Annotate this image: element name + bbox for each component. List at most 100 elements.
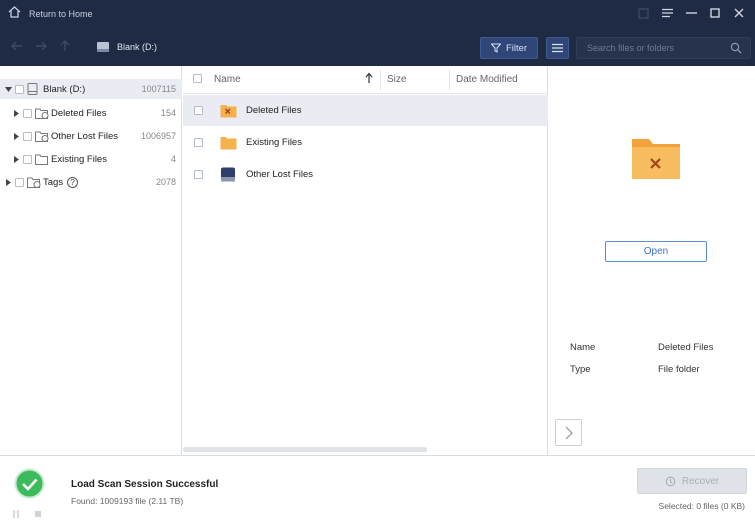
feedback-button[interactable] [633,3,653,23]
tree-checkbox[interactable] [23,154,32,164]
success-check-icon [14,468,45,502]
deleted-folder-icon [35,107,49,119]
search-input[interactable] [577,38,727,58]
row-checkbox[interactable] [194,138,203,147]
recover-icon [665,476,676,486]
minimize-button[interactable] [681,3,701,23]
tree-checkbox[interactable] [23,108,32,118]
tree-item-label: Blank (D:) [43,83,86,95]
open-button[interactable]: Open [605,241,707,262]
tree-item-count: 2078 [155,177,176,187]
status-bar: Load Scan Session Successful Found: 1009… [0,455,755,523]
deleted-folder-icon [220,103,238,119]
column-divider[interactable] [449,70,450,90]
hamburger-icon [661,8,673,18]
tree-item-label: Existing Files [51,153,107,165]
select-all-checkbox[interactable] [193,74,202,83]
property-name-label: Name [570,342,596,353]
tree-checkbox[interactable] [15,84,24,94]
next-preview-button[interactable] [555,419,582,446]
close-button[interactable] [729,3,749,23]
filter-button[interactable]: Filter [480,37,538,59]
forward-button[interactable] [34,39,48,53]
tree-item-count: 1006957 [140,131,176,141]
minimize-icon [685,12,697,14]
row-checkbox[interactable] [194,170,203,179]
column-divider[interactable] [380,70,381,90]
navigation-bar: Blank (D:) Filter [0,27,755,66]
expand-right-icon[interactable] [12,132,20,140]
drive-icon [97,42,109,52]
arrow-left-icon [11,41,22,51]
back-button[interactable] [10,39,24,53]
list-item-deleted-files[interactable]: Deleted Files [183,95,548,126]
tree-item-other-lost-files[interactable]: Other Lost Files 1006957 [0,126,182,146]
title-bar: Return to Home [0,0,755,27]
close-icon [734,8,744,18]
list-view-button[interactable] [546,37,569,59]
expand-down-icon[interactable] [4,85,12,93]
folder-icon [35,153,49,165]
tree-item-deleted-files[interactable]: Deleted Files 154 [0,103,182,123]
pause-button[interactable] [12,510,20,521]
lost-files-drive-icon [220,167,238,183]
list-item-other-lost-files[interactable]: Other Lost Files [183,159,548,190]
stop-icon [35,511,41,517]
list-item-existing-files[interactable]: Existing Files [183,127,548,158]
arrow-up-icon [60,40,70,51]
breadcrumb[interactable]: Blank (D:) [96,41,157,53]
tree-item-label: Other Lost Files [51,130,119,142]
file-name: Deleted Files [246,105,302,116]
horizontal-scrollbar[interactable] [183,447,427,452]
preview-pane: Open Name Deleted Files Type File folder [549,66,755,455]
file-name: Other Lost Files [246,169,314,180]
expand-right-icon[interactable] [12,109,20,117]
expand-right-icon[interactable] [12,155,20,163]
funnel-icon [490,43,501,53]
return-home-label: Return to Home [29,8,93,19]
tree-item-label: Deleted Files [51,107,107,119]
tag-folder-icon [27,176,41,188]
folder-tree: Blank (D:) 1007115 Deleted Files 154 Oth… [0,66,182,455]
file-name: Existing Files [246,137,302,148]
lost-folder-icon [35,130,49,142]
column-header-size[interactable]: Size [387,74,406,85]
row-checkbox[interactable] [194,106,203,115]
tree-item-label: Tags [43,176,64,188]
selection-summary: Selected: 0 files (0 KB) [658,501,745,511]
tree-checkbox[interactable] [15,177,24,187]
column-header-name[interactable]: Name [214,74,241,85]
tree-item-blank-drive[interactable]: Blank (D:) 1007115 [0,79,182,99]
search-icon[interactable] [730,42,742,57]
tree-item-tags[interactable]: Tags ? 2078 [0,172,182,192]
pause-icon [13,510,19,518]
list-view-icon [552,43,563,53]
help-icon[interactable]: ? [67,176,79,188]
sort-ascending-icon[interactable] [365,72,373,87]
file-list: Name Size Date Modified Deleted Files Ex… [183,66,548,455]
tree-item-count: 154 [160,108,176,118]
property-name-value: Deleted Files [658,342,714,353]
property-type-label: Type [570,364,591,375]
return-home-button[interactable]: Return to Home [8,6,93,21]
search-box [576,37,751,59]
column-header-date[interactable]: Date Modified [456,74,518,85]
recover-button[interactable]: Recover [637,468,747,494]
stop-button[interactable] [34,510,42,521]
arrow-right-icon [36,41,47,51]
tree-item-count: 1007115 [141,84,176,94]
tree-item-existing-files[interactable]: Existing Files 4 [0,149,182,169]
list-header: Name Size Date Modified [183,66,548,94]
home-icon [8,6,21,21]
feedback-icon [638,8,648,18]
up-button[interactable] [58,39,72,53]
drive-icon [27,83,41,95]
maximize-icon [710,8,720,18]
tree-item-count: 4 [170,154,176,164]
expand-right-icon[interactable] [4,178,12,186]
maximize-button[interactable] [705,3,725,23]
tree-checkbox[interactable] [23,131,32,141]
breadcrumb-drive-label: Blank (D:) [117,42,158,52]
menu-button[interactable] [657,3,677,23]
filter-label: Filter [505,42,528,54]
